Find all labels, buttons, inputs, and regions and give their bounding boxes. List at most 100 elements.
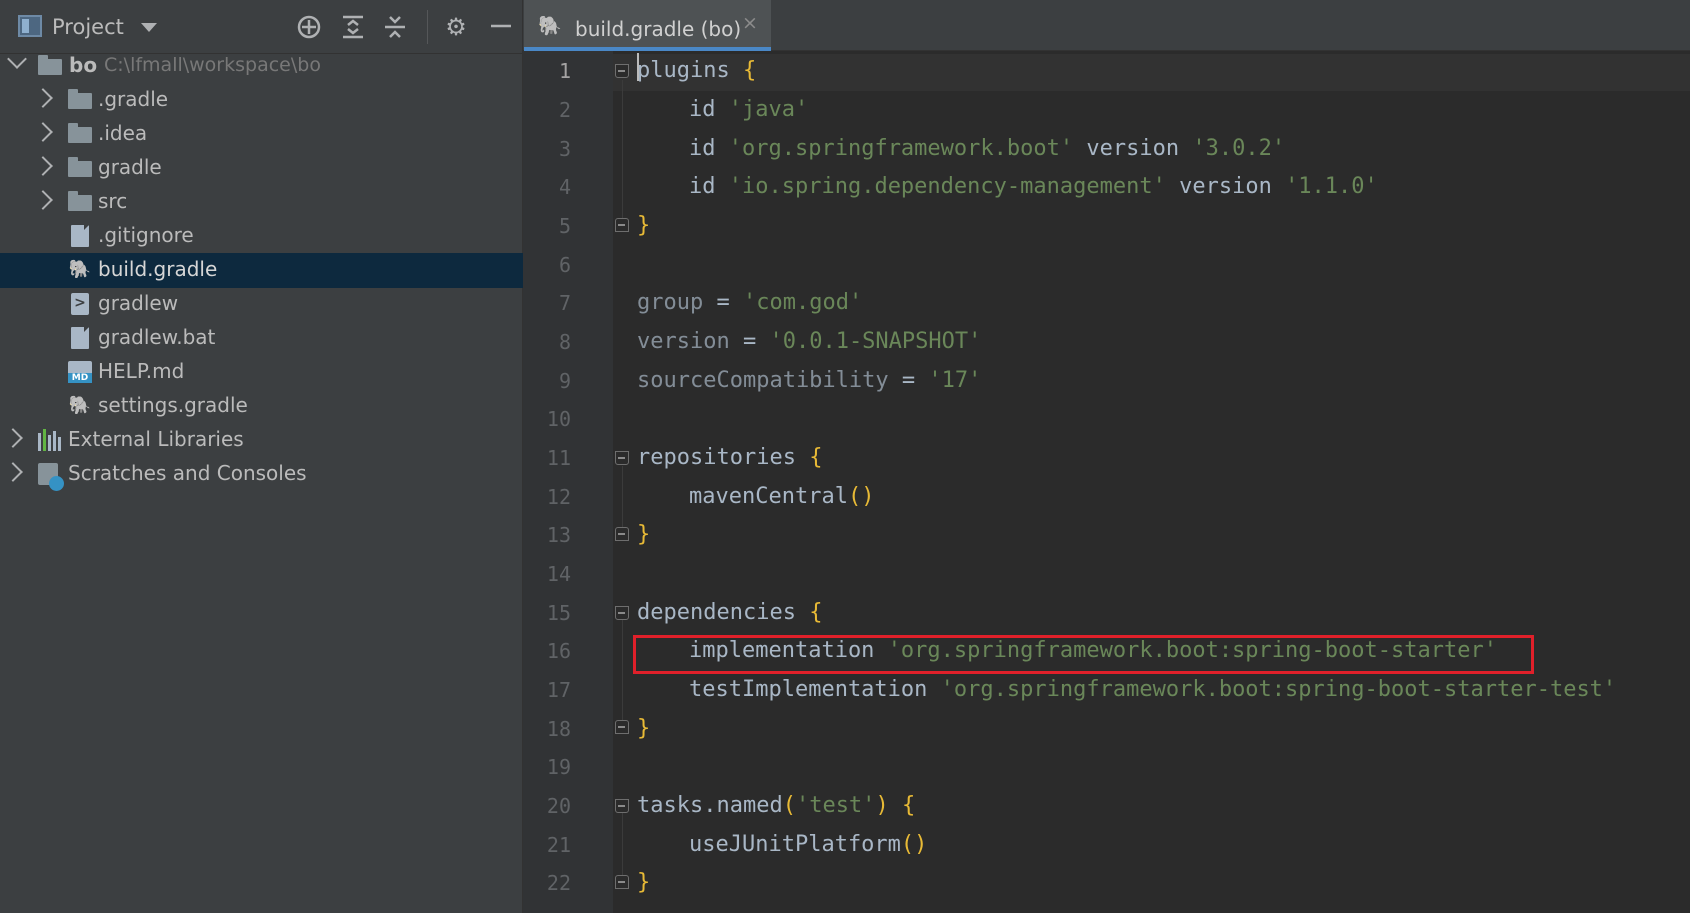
markdown-file-icon: MD (68, 361, 92, 383)
line-number: 20 (546, 794, 571, 818)
code-line-20[interactable]: tasks.named('test') { (637, 788, 915, 824)
indent-guide (622, 466, 623, 529)
chevron-right-icon[interactable] (33, 122, 53, 142)
folder-icon (68, 89, 92, 109)
code-line-1[interactable]: plugins { (637, 53, 756, 89)
line-number: 9 (558, 369, 571, 393)
code-token: version (1179, 174, 1272, 199)
expand-all-icon[interactable] (338, 12, 368, 42)
tree-item-help-md[interactable]: MD HELP.md (0, 355, 523, 390)
code-keyword: dependencies (637, 600, 796, 625)
code-line-8[interactable]: version = '0.0.1-SNAPSHOT' (637, 324, 981, 360)
code-line-3[interactable]: id 'org.springframework.boot' version '3… (637, 131, 1285, 167)
tree-item-gitignore[interactable]: .gitignore (0, 219, 523, 254)
tree-item-label: gradle (98, 155, 162, 179)
tree-item-label: settings.gradle (98, 393, 248, 417)
code-function: testImplementation (689, 677, 928, 702)
fold-marker-icon[interactable] (615, 875, 629, 889)
chevron-right-icon[interactable] (3, 462, 23, 482)
chevron-right-icon[interactable] (33, 156, 53, 176)
tree-item-scratches[interactable]: Scratches and Consoles (0, 457, 523, 492)
code-line-22[interactable]: } (637, 865, 650, 901)
code-line-9[interactable]: sourceCompatibility = '17' (637, 363, 981, 399)
code-token: id (689, 136, 716, 161)
code-line-2[interactable]: id 'java' (637, 92, 808, 128)
tree-item-label: gradlew (98, 291, 179, 315)
tree-item-dot-gradle[interactable]: .gradle (0, 83, 523, 118)
tree-item-build-gradle[interactable]: 🐘 build.gradle (0, 253, 523, 288)
fold-marker-icon[interactable] (615, 799, 629, 813)
code-string: 'io.spring.dependency-management' (728, 174, 1166, 199)
fold-marker-icon[interactable] (615, 527, 629, 541)
code-string: 'org.springframework.boot:spring-boot-st… (940, 677, 1617, 702)
tree-item-label: gradlew.bat (98, 325, 216, 349)
tree-item-gradle[interactable]: gradle (0, 151, 523, 186)
fold-marker-icon[interactable] (615, 218, 629, 232)
code-line-4[interactable]: id 'io.spring.dependency-management' ver… (637, 169, 1378, 205)
code-line-13[interactable]: } (637, 517, 650, 553)
close-icon[interactable]: × (742, 12, 758, 34)
line-number: 13 (546, 523, 571, 547)
fold-marker-icon[interactable] (615, 606, 629, 620)
code-line-11[interactable]: repositories { (637, 440, 822, 476)
code-function: useJUnitPlatform (689, 832, 901, 857)
project-view-icon (18, 15, 42, 37)
tab-build-gradle[interactable]: 🐘 build.gradle (bo) × (524, 0, 771, 51)
line-number: 5 (558, 214, 571, 238)
code-keyword: plugins (637, 58, 730, 83)
tree-item-src[interactable]: src (0, 185, 523, 220)
minimize-icon[interactable] (486, 12, 516, 42)
project-tool-window: Project ⚙ bo C:\lfmall\workspace\bo .gra… (0, 0, 523, 913)
code-function: mavenCentral (689, 484, 848, 509)
locate-icon[interactable] (294, 12, 324, 42)
current-line-highlight (613, 54, 1690, 91)
line-number: 19 (546, 755, 571, 779)
chevron-down-icon[interactable] (141, 23, 157, 32)
code-string: '17' (928, 368, 982, 393)
tree-item-idea[interactable]: .idea (0, 117, 523, 152)
tree-item-gradlew-bat[interactable]: gradlew.bat (0, 321, 523, 356)
code-string: '1.1.0' (1285, 174, 1378, 199)
line-number: 1 (558, 59, 571, 83)
code-line-18[interactable]: } (637, 711, 650, 747)
folder-icon (68, 157, 92, 177)
tree-item-label: bo (69, 53, 98, 77)
tree-item-external-libraries[interactable]: External Libraries (0, 423, 523, 458)
code-line-15[interactable]: dependencies { (637, 595, 822, 631)
tree-item-label: .idea (98, 121, 148, 145)
gear-icon[interactable]: ⚙ (441, 12, 471, 42)
chevron-down-icon[interactable] (7, 49, 27, 69)
code-line-5[interactable]: } (637, 208, 650, 244)
project-title[interactable]: Project (52, 15, 124, 39)
code-token: id (689, 174, 716, 199)
line-number: 2 (558, 98, 571, 122)
editor[interactable]: 🐘 build.gradle (bo) × 1 2 3 4 5 6 7 8 9 … (523, 0, 1690, 913)
tree-item-settings-gradle[interactable]: 🐘 settings.gradle (0, 389, 523, 424)
gradle-file-icon: 🐘 (68, 395, 92, 416)
fold-marker-icon[interactable] (615, 451, 629, 465)
fold-marker-icon[interactable] (615, 720, 629, 734)
code-line-16[interactable]: implementation 'org.springframework.boot… (637, 633, 1497, 669)
tree-item-label: src (98, 189, 128, 213)
line-number: 21 (546, 833, 571, 857)
chevron-right-icon[interactable] (33, 88, 53, 108)
tree-item-bo[interactable]: bo C:\lfmall\workspace\bo (0, 49, 523, 84)
code-line-17[interactable]: testImplementation 'org.springframework.… (637, 672, 1616, 708)
gradle-file-icon: 🐘 (68, 259, 92, 280)
code-string: '0.0.1-SNAPSHOT' (769, 329, 982, 354)
code-keyword: repositories (637, 445, 796, 470)
tree-item-gradlew[interactable]: > gradlew (0, 287, 523, 322)
tree-item-label: .gradle (98, 87, 169, 111)
tree-item-label: HELP.md (98, 359, 185, 383)
line-number: 6 (558, 253, 571, 277)
chevron-right-icon[interactable] (3, 428, 23, 448)
code-line-12[interactable]: mavenCentral() (637, 479, 874, 515)
code-line-21[interactable]: useJUnitPlatform() (637, 827, 927, 863)
fold-marker-icon[interactable] (615, 64, 629, 78)
code-line-7[interactable]: group = 'com.god' (637, 285, 862, 321)
tree-item-label: Scratches and Consoles (68, 461, 307, 485)
chevron-right-icon[interactable] (33, 190, 53, 210)
line-number: 15 (546, 601, 571, 625)
collapse-all-icon[interactable] (380, 12, 410, 42)
code-function: implementation (689, 638, 875, 663)
